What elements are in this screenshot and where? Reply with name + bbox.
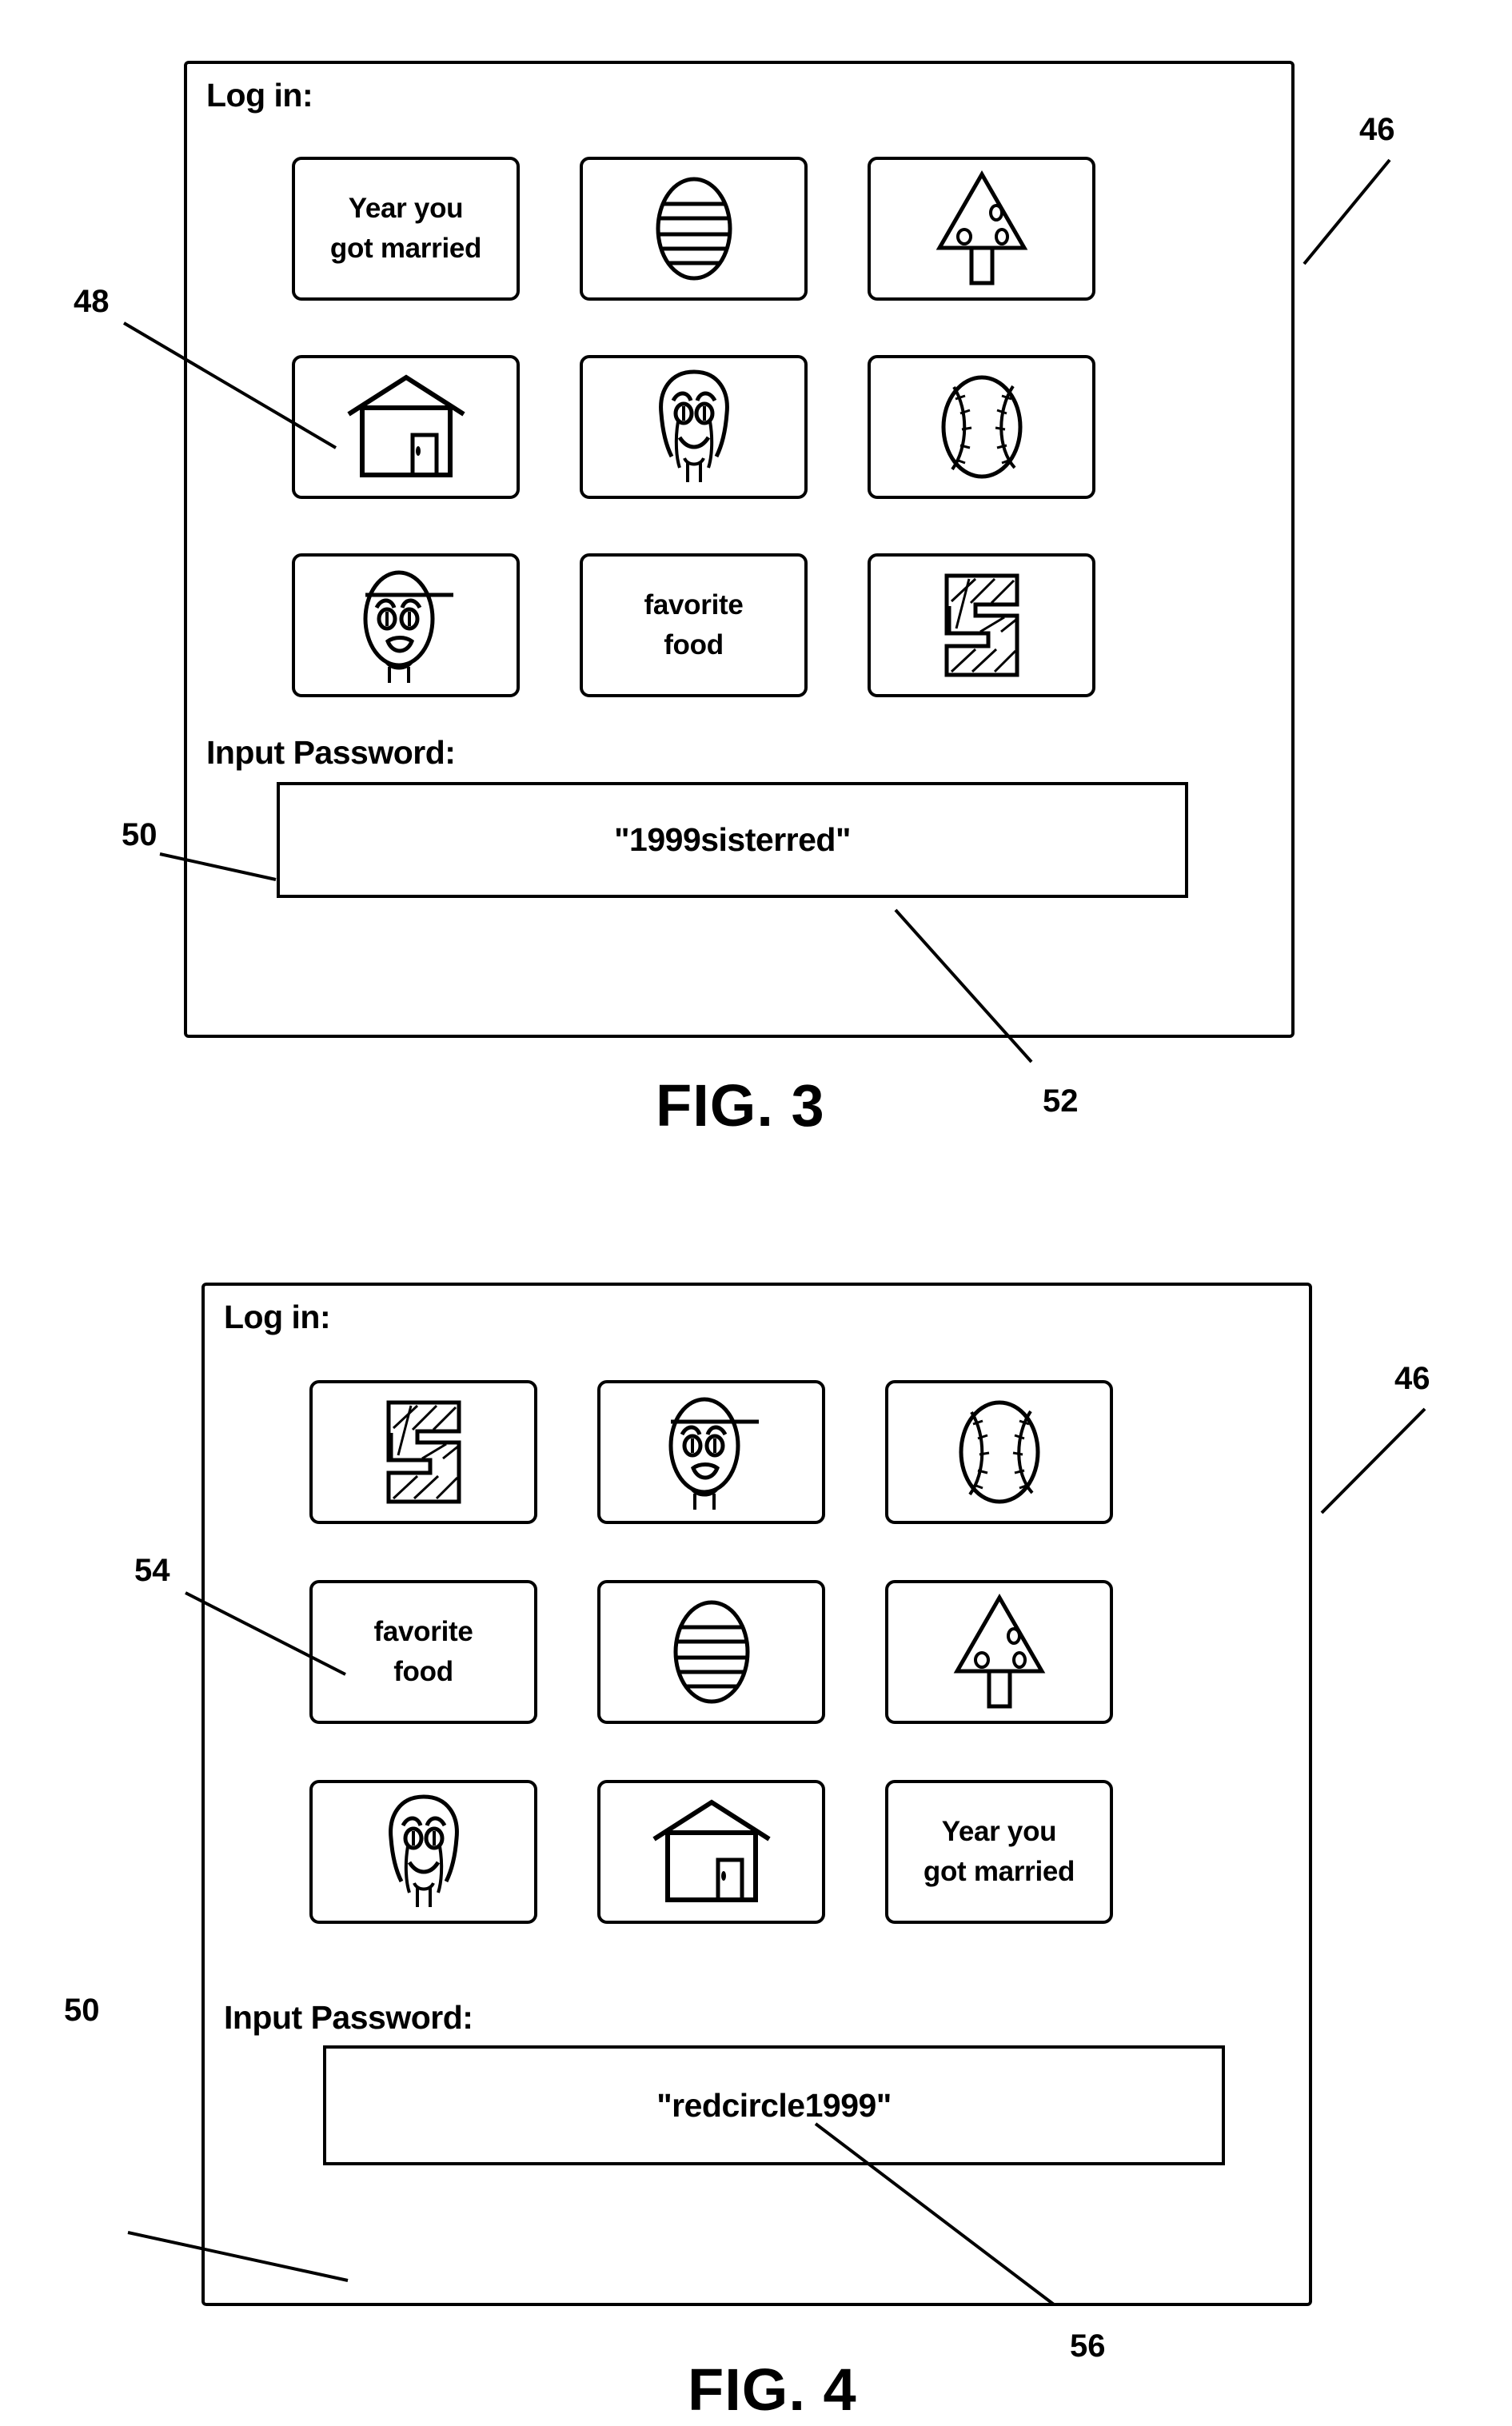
- tile-hat-face[interactable]: [597, 1380, 825, 1524]
- credential-tile-grid: favorite food Year you got married: [309, 1380, 1113, 1924]
- tile-favorite-food[interactable]: favorite food: [580, 553, 808, 697]
- tile-house[interactable]: [597, 1780, 825, 1924]
- tile-long-hair-face[interactable]: [580, 355, 808, 499]
- panel-title: Log in:: [206, 77, 313, 114]
- house-icon: [346, 374, 465, 477]
- credential-tile-grid: Year you got married favorite food: [292, 157, 1095, 697]
- figure-caption: FIG. 3: [656, 1072, 825, 1139]
- login-panel: Log in: favorite food Year you got marri…: [201, 1283, 1312, 2306]
- block-five-icon: [944, 573, 1019, 677]
- tile-year-married[interactable]: Year you got married: [292, 157, 520, 301]
- block-five-icon: [386, 1400, 461, 1504]
- reference-numeral-46: 46: [1359, 112, 1395, 147]
- tile-hat-face[interactable]: [292, 553, 520, 697]
- password-box[interactable]: "redcircle1999": [323, 2045, 1225, 2165]
- striped-circle-icon: [673, 1600, 749, 1704]
- tile-block-five[interactable]: [868, 553, 1095, 697]
- tile-tree[interactable]: [868, 157, 1095, 301]
- long-hair-face-icon: [658, 369, 729, 482]
- reference-numeral-56: 56: [1070, 2328, 1106, 2364]
- tile-striped-circle[interactable]: [580, 157, 808, 301]
- tile-label: Year you got married: [329, 193, 482, 264]
- password-label: Input Password:: [224, 1999, 473, 2036]
- tile-baseball[interactable]: [885, 1380, 1113, 1524]
- baseball-icon: [959, 1400, 1039, 1504]
- tile-label: Year you got married: [923, 1816, 1075, 1887]
- tile-tree[interactable]: [885, 1580, 1113, 1724]
- tile-year-married[interactable]: Year you got married: [885, 1780, 1113, 1924]
- login-panel: Log in: Year you got married favorite fo…: [184, 61, 1295, 1038]
- reference-numeral-54: 54: [134, 1553, 170, 1588]
- baseball-icon: [941, 375, 1022, 479]
- tile-house[interactable]: [292, 355, 520, 499]
- password-value: "redcircle1999": [656, 2086, 892, 2124]
- tile-block-five[interactable]: [309, 1380, 537, 1524]
- reference-numeral-46: 46: [1394, 1361, 1430, 1396]
- figure-caption: FIG. 4: [688, 2356, 857, 2423]
- hat-face-icon: [668, 1397, 759, 1510]
- tile-label: favorite food: [373, 1616, 473, 1687]
- tile-long-hair-face[interactable]: [309, 1780, 537, 1924]
- password-label: Input Password:: [206, 734, 456, 771]
- tree-icon: [953, 1593, 1045, 1709]
- tile-baseball[interactable]: [868, 355, 1095, 499]
- tree-icon: [936, 170, 1027, 285]
- reference-numeral-48: 48: [74, 284, 110, 319]
- reference-numeral-50: 50: [122, 817, 158, 852]
- password-value: "1999sisterred": [614, 821, 851, 858]
- tile-label: favorite food: [644, 589, 744, 660]
- striped-circle-icon: [656, 177, 732, 281]
- long-hair-face-icon: [388, 1794, 459, 1907]
- house-icon: [652, 1799, 771, 1902]
- reference-numeral-50: 50: [64, 1993, 100, 2028]
- panel-title: Log in:: [224, 1299, 331, 1335]
- reference-numeral-52: 52: [1043, 1083, 1079, 1119]
- hat-face-icon: [363, 570, 453, 683]
- tile-favorite-food[interactable]: favorite food: [309, 1580, 537, 1724]
- password-box[interactable]: "1999sisterred": [277, 782, 1188, 898]
- tile-striped-circle[interactable]: [597, 1580, 825, 1724]
